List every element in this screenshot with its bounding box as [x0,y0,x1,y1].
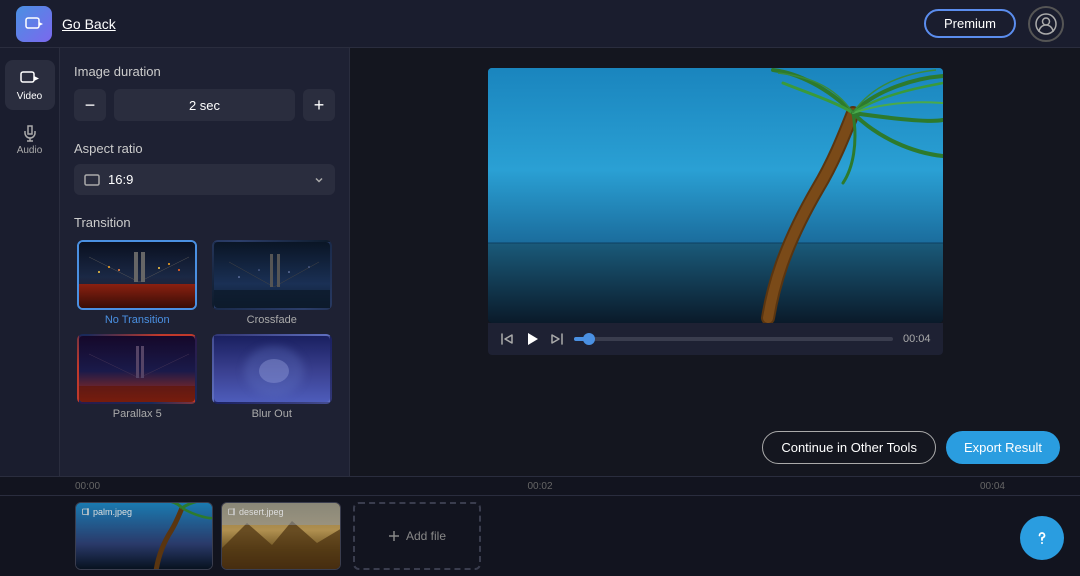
header-left: Go Back [16,6,116,42]
transition-crossfade-label: Crossfade [247,314,297,326]
main-layout: Video Audio Image duration − + Aspect ra… [0,48,1080,476]
export-result-button[interactable]: Export Result [946,431,1060,464]
continue-other-tools-button[interactable]: Continue in Other Tools [762,431,936,464]
progress-bar[interactable] [574,337,893,341]
sidebar-audio-label: Audio [17,145,43,156]
premium-button[interactable]: Premium [924,9,1016,38]
add-icon [388,530,400,542]
preview-area: 00:04 Continue in Other Tools Export Res… [350,48,1080,476]
duration-decrease-button[interactable]: − [74,89,106,121]
video-preview [488,68,943,323]
play-button[interactable] [524,331,540,347]
clip-desert-label: desert.jpeg [228,507,284,517]
transition-crossfade[interactable]: Crossfade [209,240,336,326]
transition-parallax5[interactable]: Parallax 5 [74,334,201,420]
timeline-clip-palm[interactable]: palm.jpeg [75,502,213,570]
sidebar-icons: Video Audio [0,48,60,476]
player-controls: 00:04 [488,323,943,355]
ruler-mark-0: 00:00 [75,481,385,492]
clip-desert-filename: desert.jpeg [239,507,284,517]
aspect-ratio-label: Aspect ratio [74,141,335,156]
skip-forward-button[interactable] [550,332,564,346]
transition-crossfade-thumb [212,240,332,310]
timeline-ruler: 00:00 00:02 00:04 [0,477,1080,496]
duration-control: − + [74,89,335,121]
add-file-button[interactable]: Add file [353,502,481,570]
clip-palm-label: palm.jpeg [82,507,132,517]
transition-no-transition-thumb [77,240,197,310]
aspect-ratio-select-inner: 16:9 [84,172,133,187]
user-avatar[interactable] [1028,6,1064,42]
header: Go Back Premium [0,0,1080,48]
help-button[interactable] [1020,516,1064,560]
go-back-link[interactable]: Go Back [62,16,116,32]
add-file-label: Add file [406,529,446,543]
sidebar-video-label: Video [17,91,42,102]
video-frame [488,68,943,323]
aspect-ratio-value: 16:9 [108,172,133,187]
duration-increase-button[interactable]: + [303,89,335,121]
clip-palm-filename: palm.jpeg [93,507,132,517]
image-duration-label: Image duration [74,64,335,79]
transition-blur-out-thumb [212,334,332,404]
sidebar-item-audio[interactable]: Audio [5,114,55,164]
time-display: 00:04 [903,333,931,345]
action-buttons: Continue in Other Tools Export Result [762,431,1060,464]
transition-parallax5-thumb [77,334,197,404]
settings-panel: Image duration − + Aspect ratio 16:9 Tra… [60,48,350,476]
transition-parallax5-label: Parallax 5 [113,408,162,420]
transition-grid: No Transition [74,240,335,420]
transition-blur-out-label: Blur Out [252,408,292,420]
ruler-mark-2: 00:04 [695,481,1005,492]
transition-label: Transition [74,215,335,230]
aspect-ratio-select[interactable]: 16:9 [74,164,335,195]
duration-input[interactable] [114,89,295,121]
skip-back-button[interactable] [500,332,514,346]
app-logo [16,6,52,42]
timeline-tracks: palm.jpeg [0,496,1080,576]
transition-no-transition[interactable]: No Transition [74,240,201,326]
sidebar-item-video[interactable]: Video [5,60,55,110]
chevron-down-icon [313,174,325,186]
ruler-mark-1: 00:02 [385,481,695,492]
timeline: 00:00 00:02 00:04 palm.jpeg [0,476,1080,576]
transition-no-transition-label: No Transition [105,314,170,326]
header-right: Premium [924,6,1064,42]
transition-blur-out[interactable]: Blur Out [209,334,336,420]
timeline-clip-desert[interactable]: desert.jpeg [221,502,341,570]
progress-dot [583,333,595,345]
